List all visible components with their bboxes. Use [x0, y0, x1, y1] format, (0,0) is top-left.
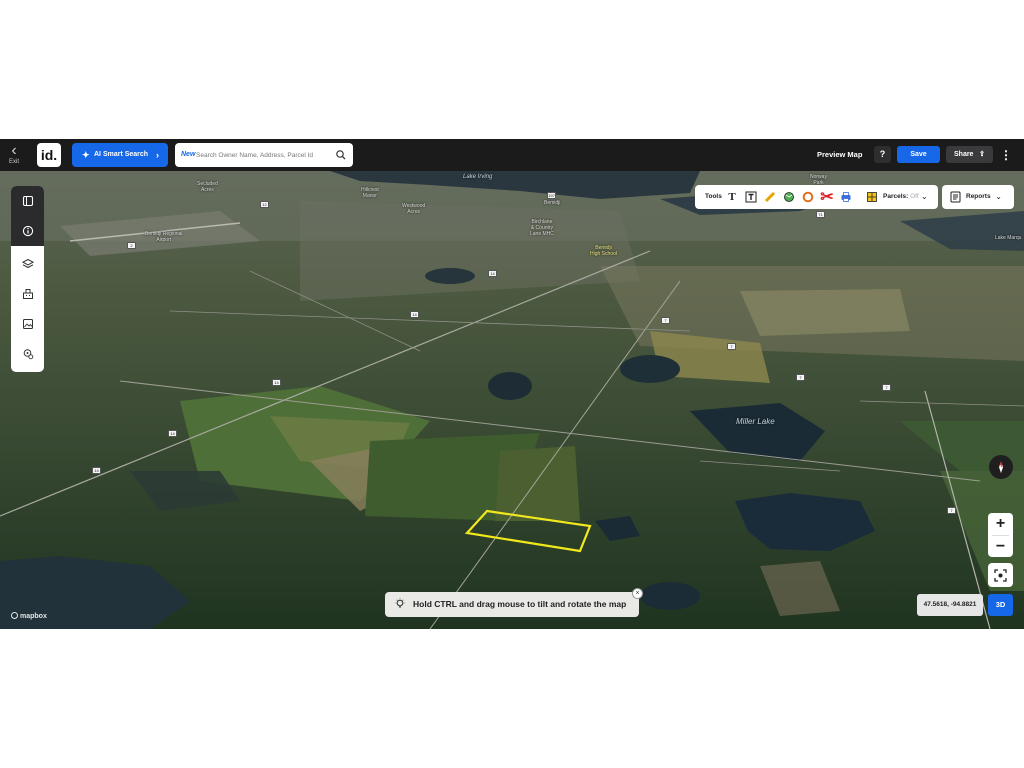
- mapbox-logo-icon: [11, 612, 18, 619]
- label-secluded-acres: Secluded Acres: [197, 181, 218, 193]
- buildings-icon: [22, 289, 33, 299]
- label-lake-irving: Lake Irving: [463, 174, 493, 180]
- mapbox-label: mapbox: [20, 613, 47, 620]
- share-button[interactable]: Share ⇪: [946, 146, 993, 163]
- reports-icon: [950, 191, 961, 203]
- label-bemidji: Bemidji: [544, 200, 561, 206]
- preview-map-button[interactable]: Preview Map: [811, 143, 868, 167]
- parcels-icon[interactable]: [865, 190, 879, 204]
- parcels-state: Off: [910, 193, 919, 200]
- parcels-toggle[interactable]: Parcels: Off: [883, 185, 919, 209]
- close-icon[interactable]: ×: [632, 588, 643, 599]
- panel-toggle-button[interactable]: [11, 186, 44, 216]
- route-shield: 7: [661, 317, 670, 324]
- focus-frame-icon: [994, 568, 1007, 582]
- app-window: ‹ Exit id. ✦ AI Smart Search › New Previ…: [0, 139, 1024, 629]
- more-menu-icon[interactable]: ⋮: [1000, 147, 1012, 163]
- radius-tool-icon[interactable]: [801, 190, 815, 204]
- exit-label: Exit: [8, 159, 19, 165]
- new-badge: New: [181, 151, 196, 158]
- app-logo[interactable]: id.: [37, 143, 61, 167]
- route-shield: 7: [947, 507, 956, 514]
- label-miller-lake: Miller Lake: [736, 417, 775, 426]
- fit-view-button[interactable]: [988, 563, 1013, 587]
- chevron-down-icon[interactable]: ⌄: [921, 185, 928, 209]
- tilt-hint-banner: Hold CTRL and drag mouse to tilt and rot…: [385, 588, 643, 617]
- label-birchlane: Birchlane & Country Lane MHC: [530, 219, 554, 237]
- search-icon[interactable]: [335, 149, 347, 161]
- share-label: Share: [954, 151, 974, 158]
- svg-text:N: N: [999, 465, 1003, 471]
- route-shield: 7: [882, 384, 891, 391]
- print-tool-icon[interactable]: [839, 190, 853, 204]
- help-button[interactable]: ?: [874, 146, 891, 163]
- tilt-hint-text: Hold CTRL and drag mouse to tilt and rot…: [413, 599, 627, 609]
- chevron-left-icon: ‹: [11, 142, 17, 159]
- text-box-tool-icon[interactable]: [744, 190, 758, 204]
- route-shield: 14: [168, 430, 177, 437]
- location-button[interactable]: [11, 339, 44, 369]
- route-shield: 2: [127, 242, 136, 249]
- route-shield: 14: [488, 270, 497, 277]
- location-icon: [23, 349, 33, 360]
- route-shield: 71: [816, 211, 825, 218]
- layers-button[interactable]: [11, 249, 44, 279]
- route-shield: 14: [272, 379, 281, 386]
- ai-smart-search-button[interactable]: ✦ AI Smart Search ›: [72, 143, 168, 167]
- panel-toggle-icon: [22, 195, 33, 207]
- save-button[interactable]: Save: [897, 146, 940, 163]
- ruler-tool-icon[interactable]: [763, 190, 777, 204]
- search-box[interactable]: New: [175, 143, 353, 167]
- globe-tool-icon[interactable]: [782, 190, 796, 204]
- parcels-label: Parcels:: [883, 193, 909, 200]
- route-shield: 197: [547, 192, 556, 199]
- reports-button[interactable]: Reports ⌄: [942, 185, 1014, 209]
- zoom-controls: + −: [988, 513, 1013, 557]
- zoom-in-button[interactable]: +: [988, 513, 1013, 534]
- route-shield: 12: [260, 201, 269, 208]
- label-high-school: Bemidji High School: [590, 245, 617, 257]
- chevron-right-icon: ›: [156, 150, 159, 160]
- route-shield: 7: [727, 343, 736, 350]
- route-shield: 7: [796, 374, 805, 381]
- mapbox-attribution[interactable]: mapbox: [11, 612, 47, 620]
- compass-icon: N: [999, 461, 1003, 473]
- label-hillcrest-manor: Hillcrest Manor: [361, 187, 379, 199]
- 3d-toggle-button[interactable]: 3D: [988, 594, 1013, 616]
- text-tool-icon[interactable]: T: [725, 190, 739, 204]
- route-shield: 14: [410, 311, 419, 318]
- tools-bar: Tools T ✂ Parcels: Off ⌄: [695, 185, 938, 209]
- buildings-button[interactable]: [11, 279, 44, 309]
- satellite-map[interactable]: Secluded Acres Hillcrest Manor Westwood Acr…: [0, 171, 1024, 629]
- info-icon: [22, 225, 33, 237]
- ai-smart-search-label: AI Smart Search: [94, 151, 149, 158]
- image-button[interactable]: [11, 309, 44, 339]
- tools-label: Tools: [705, 193, 722, 200]
- info-button[interactable]: [11, 216, 44, 246]
- coordinates-readout: 47.5618, -94.8821: [917, 594, 983, 616]
- share-icon: ⇪: [979, 151, 985, 158]
- image-icon: [22, 319, 33, 329]
- route-shield: 14: [92, 467, 101, 474]
- compass-button[interactable]: N: [989, 455, 1013, 479]
- scissors-tool-icon[interactable]: ✂: [820, 189, 834, 206]
- chevron-down-icon: ⌄: [995, 192, 1002, 201]
- zoom-out-button[interactable]: −: [988, 536, 1013, 557]
- label-lake-marquette: Lake Marqu: [995, 235, 1022, 241]
- exit-button[interactable]: ‹ Exit: [4, 142, 24, 168]
- search-input[interactable]: [196, 148, 331, 162]
- left-toolbar: [11, 186, 44, 372]
- sparkle-icon: ✦: [82, 150, 90, 160]
- reports-label: Reports: [966, 193, 991, 200]
- label-regional-airport: Bemidji Regional Airport: [145, 231, 183, 243]
- top-bar: ‹ Exit id. ✦ AI Smart Search › New Previ…: [0, 139, 1024, 171]
- layers-icon: [21, 258, 34, 269]
- label-westwood-acres: Westwood Acres: [402, 203, 426, 215]
- lightbulb-icon: [395, 598, 405, 608]
